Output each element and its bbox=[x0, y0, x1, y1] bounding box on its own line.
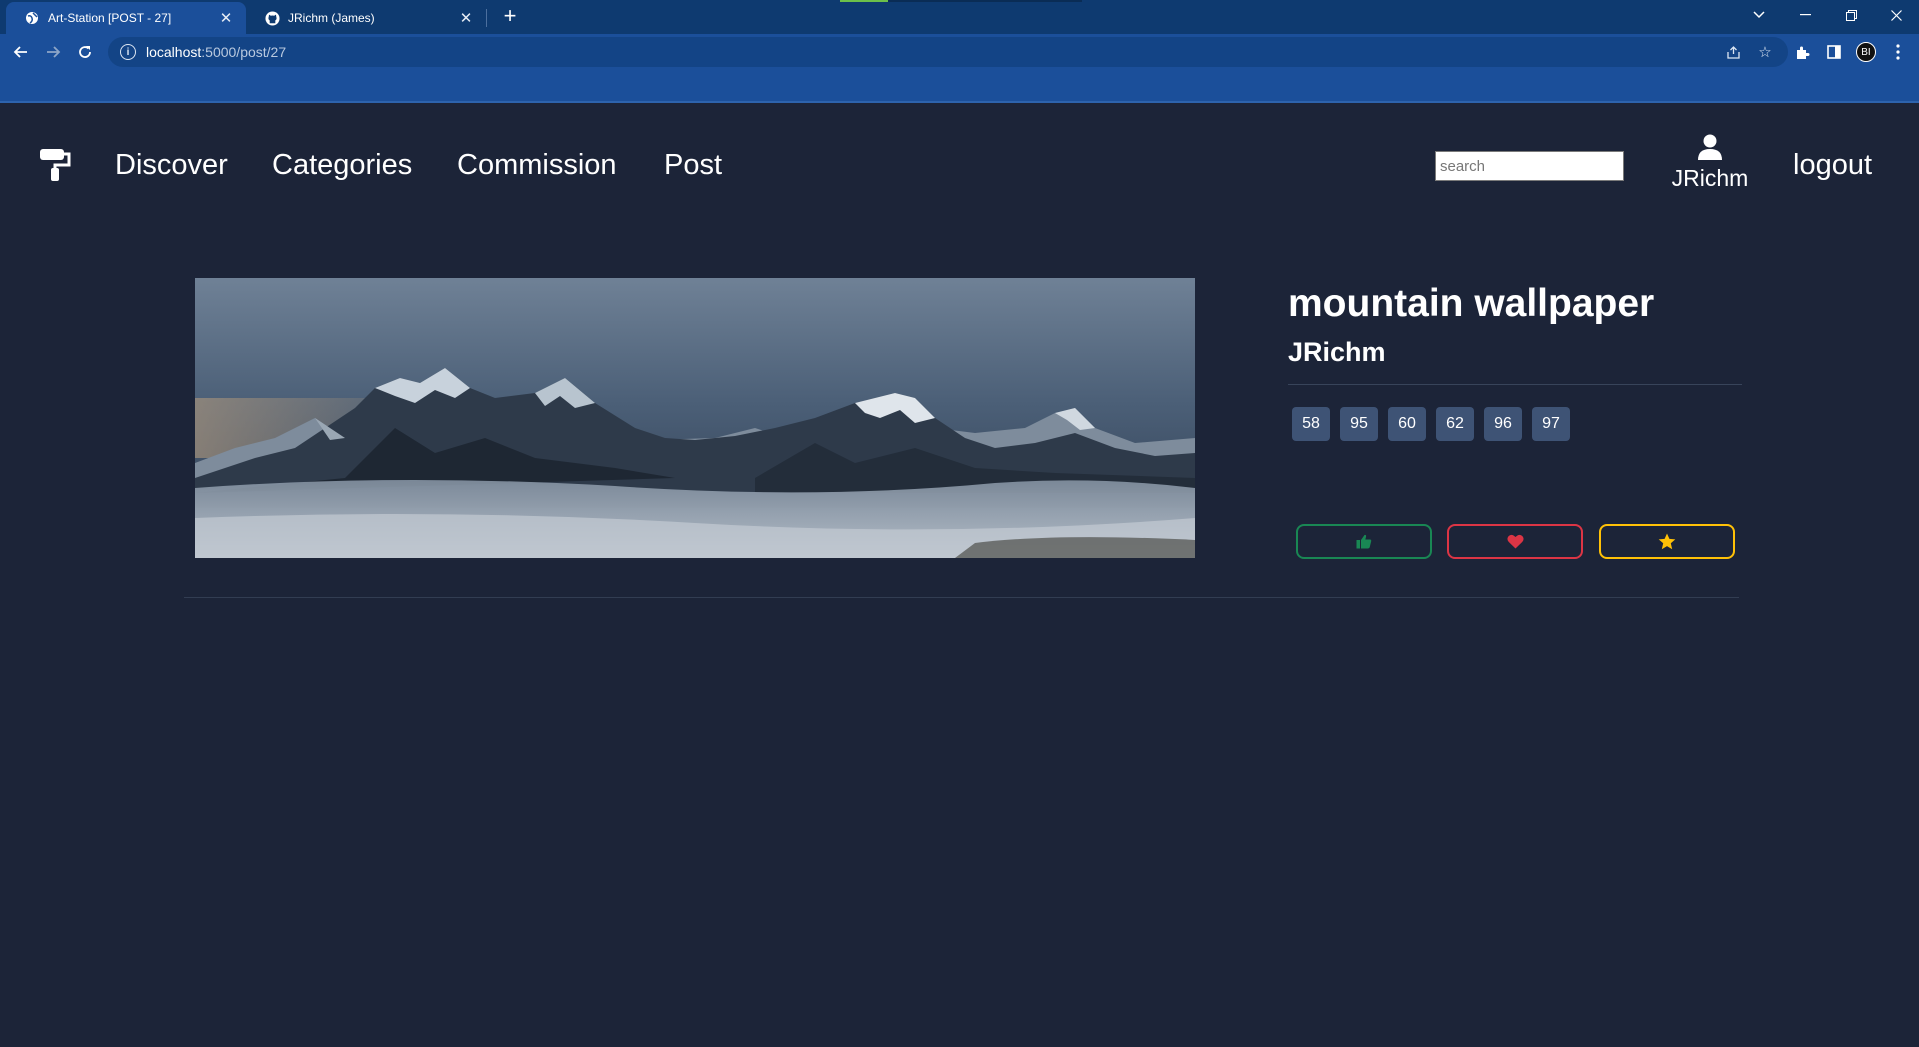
reload-icon[interactable] bbox=[71, 38, 99, 66]
address-bar[interactable]: i localhost:5000/post/27 ☆ bbox=[108, 37, 1788, 67]
tab-github[interactable]: JRichm (James) ✕ bbox=[246, 2, 486, 34]
site-navbar: Discover Categories Commission Post JRic… bbox=[0, 103, 1919, 229]
like-button[interactable] bbox=[1296, 524, 1432, 559]
close-tab-icon[interactable]: ✕ bbox=[218, 10, 234, 27]
tab-search-icon[interactable] bbox=[1736, 0, 1782, 30]
paint-roller-logo-icon[interactable] bbox=[38, 147, 72, 181]
menu-dots-icon[interactable] bbox=[1884, 38, 1912, 66]
share-icon[interactable] bbox=[1722, 41, 1744, 63]
url-path: :5000/post/27 bbox=[201, 44, 287, 60]
user-icon bbox=[1698, 134, 1722, 160]
tag-badge[interactable]: 58 bbox=[1292, 407, 1330, 441]
new-tab-icon[interactable]: + bbox=[498, 3, 522, 28]
logout-link[interactable]: logout bbox=[1793, 149, 1872, 182]
bookmark-star-icon[interactable]: ☆ bbox=[1754, 41, 1776, 63]
loading-indicator bbox=[840, 0, 888, 2]
tag-badge[interactable]: 60 bbox=[1388, 407, 1426, 441]
post-image bbox=[195, 278, 1195, 558]
restore-icon[interactable] bbox=[1828, 0, 1874, 30]
close-window-icon[interactable] bbox=[1873, 0, 1919, 30]
tag-list: 58 95 60 62 96 97 bbox=[1292, 407, 1570, 441]
url-host: localhost bbox=[146, 44, 202, 60]
content-divider bbox=[184, 597, 1739, 598]
nav-categories[interactable]: Categories bbox=[272, 149, 412, 182]
thumbs-up-icon bbox=[1356, 534, 1372, 549]
tab-strip: Art-Station [POST - 27] ✕ JRichm (James)… bbox=[0, 0, 1919, 34]
post-author[interactable]: JRichm bbox=[1288, 337, 1386, 368]
tag-badge[interactable]: 97 bbox=[1532, 407, 1570, 441]
post-title: mountain wallpaper bbox=[1288, 282, 1655, 325]
tab-title: JRichm (James) bbox=[288, 11, 375, 25]
star-icon bbox=[1658, 533, 1676, 550]
tab-art-station[interactable]: Art-Station [POST - 27] ✕ bbox=[6, 2, 246, 34]
nav-post[interactable]: Post bbox=[664, 149, 722, 182]
username-label: JRichm bbox=[1671, 165, 1749, 191]
search-input[interactable] bbox=[1435, 151, 1624, 181]
forward-icon[interactable] bbox=[39, 38, 67, 66]
back-icon[interactable] bbox=[7, 38, 35, 66]
profile-initials: BI bbox=[1856, 42, 1876, 62]
love-button[interactable] bbox=[1447, 524, 1583, 559]
heart-icon bbox=[1506, 534, 1524, 549]
browser-toolbar: i localhost:5000/post/27 ☆ BI bbox=[0, 34, 1919, 70]
globe-icon bbox=[24, 10, 40, 26]
nav-discover[interactable]: Discover bbox=[115, 149, 228, 182]
favorite-button[interactable] bbox=[1599, 524, 1735, 559]
tag-badge[interactable]: 96 bbox=[1484, 407, 1522, 441]
title-divider bbox=[1288, 384, 1742, 385]
tag-badge[interactable]: 95 bbox=[1340, 407, 1378, 441]
minimize-icon[interactable] bbox=[1782, 0, 1828, 30]
extensions-icon[interactable] bbox=[1788, 38, 1816, 66]
tab-separator bbox=[486, 9, 487, 27]
side-panel-icon[interactable] bbox=[1820, 38, 1848, 66]
nav-commission[interactable]: Commission bbox=[457, 149, 617, 182]
tab-title: Art-Station [POST - 27] bbox=[48, 11, 172, 25]
github-icon bbox=[264, 10, 280, 26]
close-tab-icon[interactable]: ✕ bbox=[458, 10, 474, 27]
tag-badge[interactable]: 62 bbox=[1436, 407, 1474, 441]
loading-track bbox=[888, 0, 1082, 2]
profile-avatar[interactable]: BI bbox=[1852, 38, 1880, 66]
user-profile-link[interactable]: JRichm bbox=[1664, 133, 1756, 192]
site-info-icon[interactable]: i bbox=[120, 44, 136, 60]
browser-chrome: Art-Station [POST - 27] ✕ JRichm (James)… bbox=[0, 0, 1919, 103]
